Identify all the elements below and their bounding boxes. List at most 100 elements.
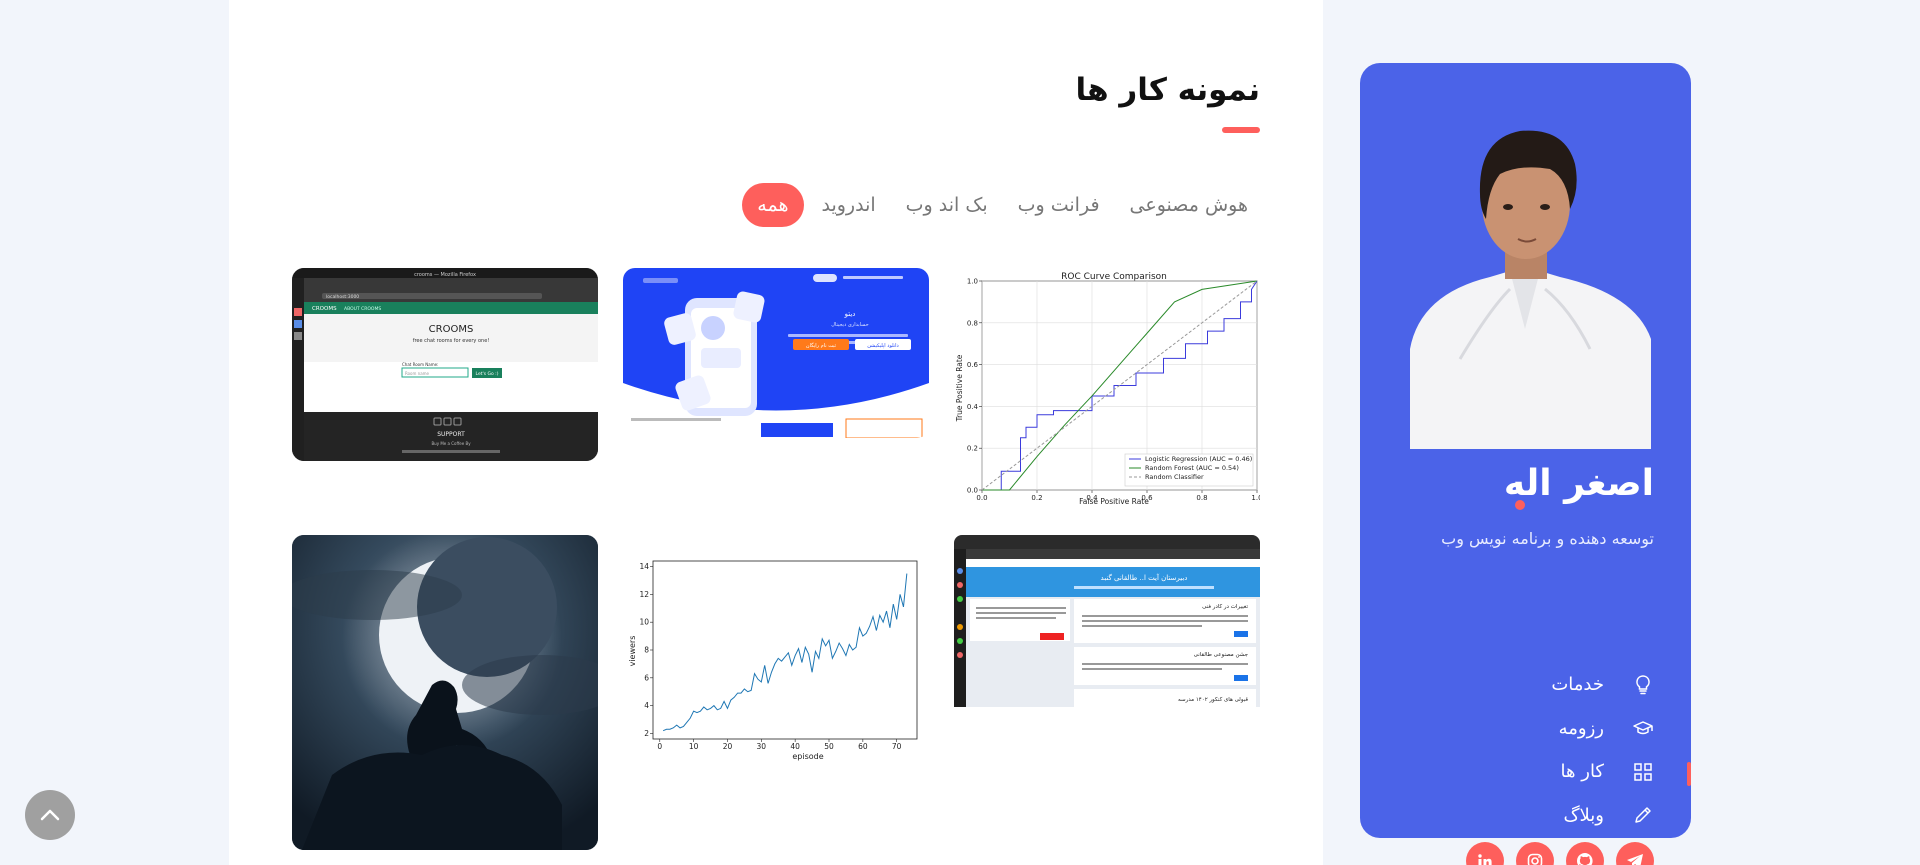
- scroll-to-top-button[interactable]: [25, 790, 75, 840]
- chart-title: ROC Curve Comparison: [1061, 272, 1167, 282]
- linkedin-icon[interactable]: [1466, 842, 1504, 865]
- profile-name: اصغر اله: [1503, 463, 1654, 504]
- y-tick-label: 0.6: [967, 361, 979, 369]
- legend-entry: Random Forest (AUC = 0.54): [1145, 464, 1239, 472]
- x-tick-label: 0.2: [1031, 494, 1042, 502]
- svg-text:ثبت نام رایگان: ثبت نام رایگان: [806, 342, 837, 349]
- x-tick-label: 40: [790, 742, 800, 751]
- nav-item-services[interactable]: خدمات: [1454, 663, 1654, 707]
- svg-text:تغییرات در کادر فنی: تغییرات در کادر فنی: [1202, 603, 1248, 610]
- portfolio-item-roc-chart[interactable]: ROC Curve Comparison False Positive Rate…: [954, 268, 1260, 506]
- crooms-url: localhost:3000: [326, 294, 359, 300]
- crooms-subheading: free chat rooms for every one!: [413, 338, 490, 344]
- chevron-up-icon: [40, 809, 60, 821]
- portfolio-item-web-landing[interactable]: دیتو حسابداری دیجیتال دانلود اپلیکیشن ثب…: [623, 268, 929, 438]
- y-tick-label: 2: [644, 729, 649, 738]
- svg-text:Let's Go :): Let's Go :): [476, 371, 499, 377]
- pencil-icon: [1632, 804, 1654, 826]
- social-links: [1466, 842, 1654, 865]
- y-tick-label: 1.0: [967, 278, 978, 286]
- x-tick-label: 0: [657, 742, 662, 751]
- svg-text:قبولی های کنکور ۱۴۰۲ مدرسه: قبولی های کنکور ۱۴۰۲ مدرسه: [1178, 696, 1248, 703]
- nav-item-label: خدمات: [1551, 674, 1604, 696]
- crooms-heading: CROOMS: [429, 324, 474, 335]
- crooms-brand: CROOMS: [312, 306, 337, 312]
- sidebar-nav: خدمات رزومه کار ها وبلاگ: [1454, 663, 1654, 837]
- x-tick-label: 0.8: [1196, 494, 1207, 502]
- school-banner-title: دبیرستان آیت ا.. طالقانی گنبد: [1101, 573, 1188, 582]
- y-tick-label: 4: [644, 701, 649, 710]
- svg-text:Room name: Room name: [405, 371, 430, 376]
- section-title: نمونه کار ها: [1075, 72, 1260, 108]
- nav-item-resume[interactable]: رزومه: [1454, 707, 1654, 751]
- svg-text:جشن مصنوعی طالقانی: جشن مصنوعی طالقانی: [1194, 652, 1248, 658]
- y-tick-label: 0.8: [967, 319, 978, 327]
- svg-text:دانلود اپلیکیشن: دانلود اپلیکیشن: [867, 343, 899, 349]
- portfolio-item-crooms[interactable]: crooms — Mozilla Firefox localhost:3000 …: [292, 268, 598, 461]
- portfolio-panel: نمونه کار ها همه اندروید بک اند وب فرانت…: [229, 0, 1323, 865]
- nav-item-label: کار ها: [1560, 761, 1604, 783]
- filter-ai[interactable]: هوش مصنوعی: [1118, 183, 1260, 227]
- legend-entry: Logistic Regression (AUC = 0.46): [1145, 455, 1252, 463]
- y-axis-label: True Positive Rate: [955, 354, 964, 422]
- x-tick-label: 30: [757, 742, 767, 751]
- grid-icon: [1632, 761, 1654, 783]
- web-landing-screenshot: دیتو حسابداری دیجیتال دانلود اپلیکیشن ثب…: [623, 268, 929, 438]
- school-site-screenshot: دبیرستان آیت ا.. طالقانی گنبد تغییرات در…: [954, 535, 1260, 707]
- title-underline: [1222, 127, 1260, 133]
- crooms-support-title: SUPPORT: [437, 431, 465, 438]
- instagram-icon[interactable]: [1516, 842, 1554, 865]
- x-axis-label: episode: [792, 752, 823, 761]
- y-axis-label: viewers: [628, 636, 637, 667]
- filter-web-frontend[interactable]: فرانت وب: [1006, 183, 1112, 227]
- x-tick-label: 1.0: [1251, 494, 1260, 502]
- x-tick-label: 60: [858, 742, 868, 751]
- landing-hero-title: دیتو: [844, 310, 856, 318]
- y-tick-label: 6: [644, 673, 649, 682]
- nav-item-blog[interactable]: وبلاگ: [1454, 794, 1654, 838]
- legend-entry: Random Classifier: [1145, 473, 1204, 481]
- portfolio-item-moon-artwork[interactable]: [292, 535, 598, 850]
- nav-item-portfolio[interactable]: کار ها: [1454, 750, 1654, 794]
- y-tick-label: 0.0: [967, 487, 978, 495]
- lightbulb-icon: [1632, 674, 1654, 696]
- x-tick-label: 20: [723, 742, 733, 751]
- github-icon[interactable]: [1566, 842, 1604, 865]
- telegram-icon[interactable]: [1616, 842, 1654, 865]
- profile-tagline: توسعه دهنده و برنامه نویس وب: [1441, 529, 1654, 548]
- y-tick-label: 14: [639, 562, 649, 571]
- profile-photo: [1400, 99, 1651, 449]
- y-tick-label: 12: [639, 590, 649, 599]
- filter-web-backend[interactable]: بک اند وب: [894, 183, 1000, 227]
- profile-portrait: [1400, 99, 1651, 449]
- nav-item-label: رزومه: [1558, 717, 1604, 739]
- filter-android[interactable]: اندروید: [810, 183, 888, 227]
- filter-bar: همه اندروید بک اند وب فرانت وب هوش مصنوع…: [724, 183, 1260, 227]
- nav-active-marker: [1687, 762, 1691, 786]
- filter-all[interactable]: همه: [742, 183, 804, 227]
- profile-card: اصغر اله توسعه دهنده و برنامه نویس وب خد…: [1360, 63, 1691, 865]
- moon-artwork: [292, 535, 598, 850]
- crooms-about-link: ABOUT CROOMS: [344, 306, 381, 312]
- y-tick-label: 0.2: [967, 445, 978, 453]
- y-tick-label: 0.4: [967, 403, 979, 411]
- y-tick-label: 10: [639, 618, 649, 627]
- viewers-chart: episode viewers 0 10 20 30 40 50 60 70 2 4 6 8 10 12 1…: [628, 560, 918, 761]
- y-tick-label: 8: [644, 646, 649, 655]
- name-accent-dot: [1515, 500, 1525, 510]
- x-tick-label: 70: [892, 742, 902, 751]
- roc-chart: ROC Curve Comparison False Positive Rate…: [955, 272, 1260, 506]
- nav-item-label: وبلاگ: [1563, 804, 1604, 826]
- crooms-window-title: crooms — Mozilla Firefox: [414, 272, 476, 278]
- svg-text:Buy Me a Coffee By: Buy Me a Coffee By: [431, 441, 471, 446]
- x-tick-label: 10: [689, 742, 699, 751]
- x-tick-label: 50: [824, 742, 834, 751]
- landing-hero-subtitle: حسابداری دیجیتال: [831, 322, 868, 328]
- portfolio-item-viewers-chart[interactable]: episode viewers 0 10 20 30 40 50 60 70 2 4 6 8 10 12 1…: [623, 553, 929, 763]
- x-tick-label: 0.4: [1086, 494, 1098, 502]
- svg-text:Chat Room Name:: Chat Room Name:: [402, 362, 438, 367]
- crooms-screenshot: crooms — Mozilla Firefox localhost:3000 …: [292, 268, 598, 461]
- x-tick-label: 0.0: [976, 494, 987, 502]
- portfolio-item-school-site[interactable]: دبیرستان آیت ا.. طالقانی گنبد تغییرات در…: [954, 535, 1260, 707]
- graduation-cap-icon: [1632, 717, 1654, 739]
